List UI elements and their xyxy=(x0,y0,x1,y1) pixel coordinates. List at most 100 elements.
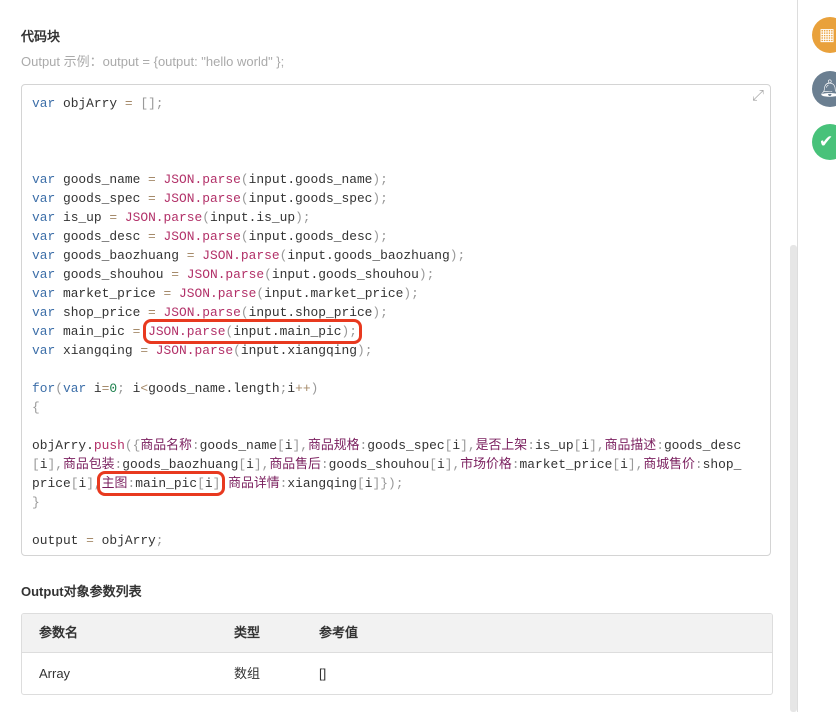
code-token: [ xyxy=(429,457,437,472)
code-line: { xyxy=(32,398,748,417)
code-token: main_pic xyxy=(55,324,133,339)
code-token: i xyxy=(86,381,102,396)
code-token: : xyxy=(527,438,535,453)
code-token: goods_name xyxy=(199,438,277,453)
table-row: Array 数组 [] xyxy=(22,653,772,694)
scrollbar[interactable] xyxy=(790,245,797,712)
code-token: market_price xyxy=(55,286,164,301)
code-token: goods_shouhou xyxy=(328,457,430,472)
code-token: = xyxy=(148,305,156,320)
code-line: output = objArry; xyxy=(32,531,748,550)
code-token: ( xyxy=(264,267,272,282)
code-token: ) xyxy=(310,381,319,396)
code-token: < xyxy=(140,381,149,396)
code-token: 是否上架 xyxy=(475,438,528,453)
code-token: var xyxy=(32,96,56,111)
code-line: var goods_name = JSON.parse(input.goods_… xyxy=(32,170,748,189)
code-token: shop_price xyxy=(55,305,149,320)
code-token: ); xyxy=(356,343,373,358)
sidebar-divider xyxy=(797,0,798,712)
code-token: i xyxy=(620,457,628,472)
code-token: ], xyxy=(253,457,270,472)
code-token: [ xyxy=(197,476,205,491)
code-token: 商城售价 xyxy=(643,457,695,472)
code-token: i xyxy=(246,457,254,472)
code-token: JSON.parse xyxy=(179,267,265,282)
code-token: : xyxy=(191,438,200,453)
code-token: input.goods_desc xyxy=(248,229,373,244)
code-token: output xyxy=(32,533,87,548)
code-token: JSON.parse xyxy=(117,210,203,225)
code-token: JSON.parse xyxy=(194,248,280,263)
highlight-box: JSON.parse(input.main_pic); xyxy=(143,319,362,344)
code-token: var xyxy=(32,210,56,225)
code-token: input.xiangqing xyxy=(240,343,357,358)
code-token: ( xyxy=(240,229,249,244)
code-token: input.goods_name xyxy=(248,172,373,187)
code-token: 市场价格 xyxy=(460,457,512,472)
code-token: ( xyxy=(202,210,210,225)
code-line: var shop_price = JSON.parse(input.shop_p… xyxy=(32,303,748,322)
code-token: 商品描述 xyxy=(604,438,657,453)
output-params-table: 参数名 类型 参考值 Array 数组 [] xyxy=(21,613,773,695)
code-token: ], xyxy=(589,438,605,453)
code-token: var xyxy=(32,324,56,339)
code-token: ); xyxy=(372,305,388,320)
code-token: ); xyxy=(372,229,388,244)
code-token: objArry. xyxy=(32,438,94,453)
code-token: ], xyxy=(47,457,63,472)
table-header: 参数名 类型 参考值 xyxy=(22,614,772,653)
code-token: ( xyxy=(240,305,249,320)
code-token: ); xyxy=(449,248,466,263)
code-token: 商品规格 xyxy=(307,438,360,453)
code-token: i xyxy=(39,457,48,472)
code-token: : xyxy=(511,457,520,472)
code-token: ], xyxy=(460,438,476,453)
code-token: ( xyxy=(240,191,249,206)
check-icon[interactable]: ✔ xyxy=(812,124,836,160)
code-token: goods_desc xyxy=(55,229,149,244)
code-line: } xyxy=(32,493,748,512)
code-content[interactable]: var objArry = []; var goods_name = JSON.p… xyxy=(32,94,748,550)
code-token: = xyxy=(140,343,149,358)
code-token: ); xyxy=(372,172,388,187)
code-token: i xyxy=(452,438,461,453)
code-token: goods_baozhuang xyxy=(122,457,239,472)
code-token: input.shop_price xyxy=(248,305,373,320)
column-header-type: 类型 xyxy=(234,625,261,640)
code-token: goods_name.length xyxy=(148,381,280,396)
expand-icon[interactable]: ⤢ xyxy=(752,87,764,104)
output-example-hint: Output 示例：output = {output: "hello world… xyxy=(21,54,285,69)
code-token: i xyxy=(204,476,213,491)
cell-type: 数组 xyxy=(234,666,261,681)
code-token: [ xyxy=(238,457,247,472)
code-token: objArry xyxy=(55,96,125,111)
bell-icon[interactable]: 🔔︎ xyxy=(812,71,836,107)
highlight-box: 主图:main_pic[i] xyxy=(96,471,226,496)
code-token: var xyxy=(32,172,56,187)
code-token: 0 xyxy=(109,381,118,396)
code-token: ], xyxy=(627,457,644,472)
code-token: i xyxy=(581,438,590,453)
code-token: ], xyxy=(444,457,461,472)
code-token: JSON.parse xyxy=(155,191,241,206)
code-token: 主图 xyxy=(101,476,128,491)
code-token: ; xyxy=(117,381,125,396)
code-token: ( xyxy=(256,286,265,301)
code-token: ]}); xyxy=(372,476,404,491)
code-token: goods_spec xyxy=(367,438,445,453)
code-token: is_up xyxy=(55,210,110,225)
code-token: ); xyxy=(418,267,435,282)
code-editor[interactable]: ⤢ var objArry = []; var goods_name = JSON… xyxy=(21,84,771,556)
code-token: 商品详情 xyxy=(228,476,280,491)
code-token: []; xyxy=(132,96,164,111)
code-token: var xyxy=(32,286,56,301)
output-params-title: Output对象参数列表 xyxy=(21,584,142,599)
code-line: var goods_spec = JSON.parse(input.goods_… xyxy=(32,189,748,208)
grid-icon[interactable]: ▦ xyxy=(812,17,836,53)
code-token: goods_name xyxy=(55,172,149,187)
